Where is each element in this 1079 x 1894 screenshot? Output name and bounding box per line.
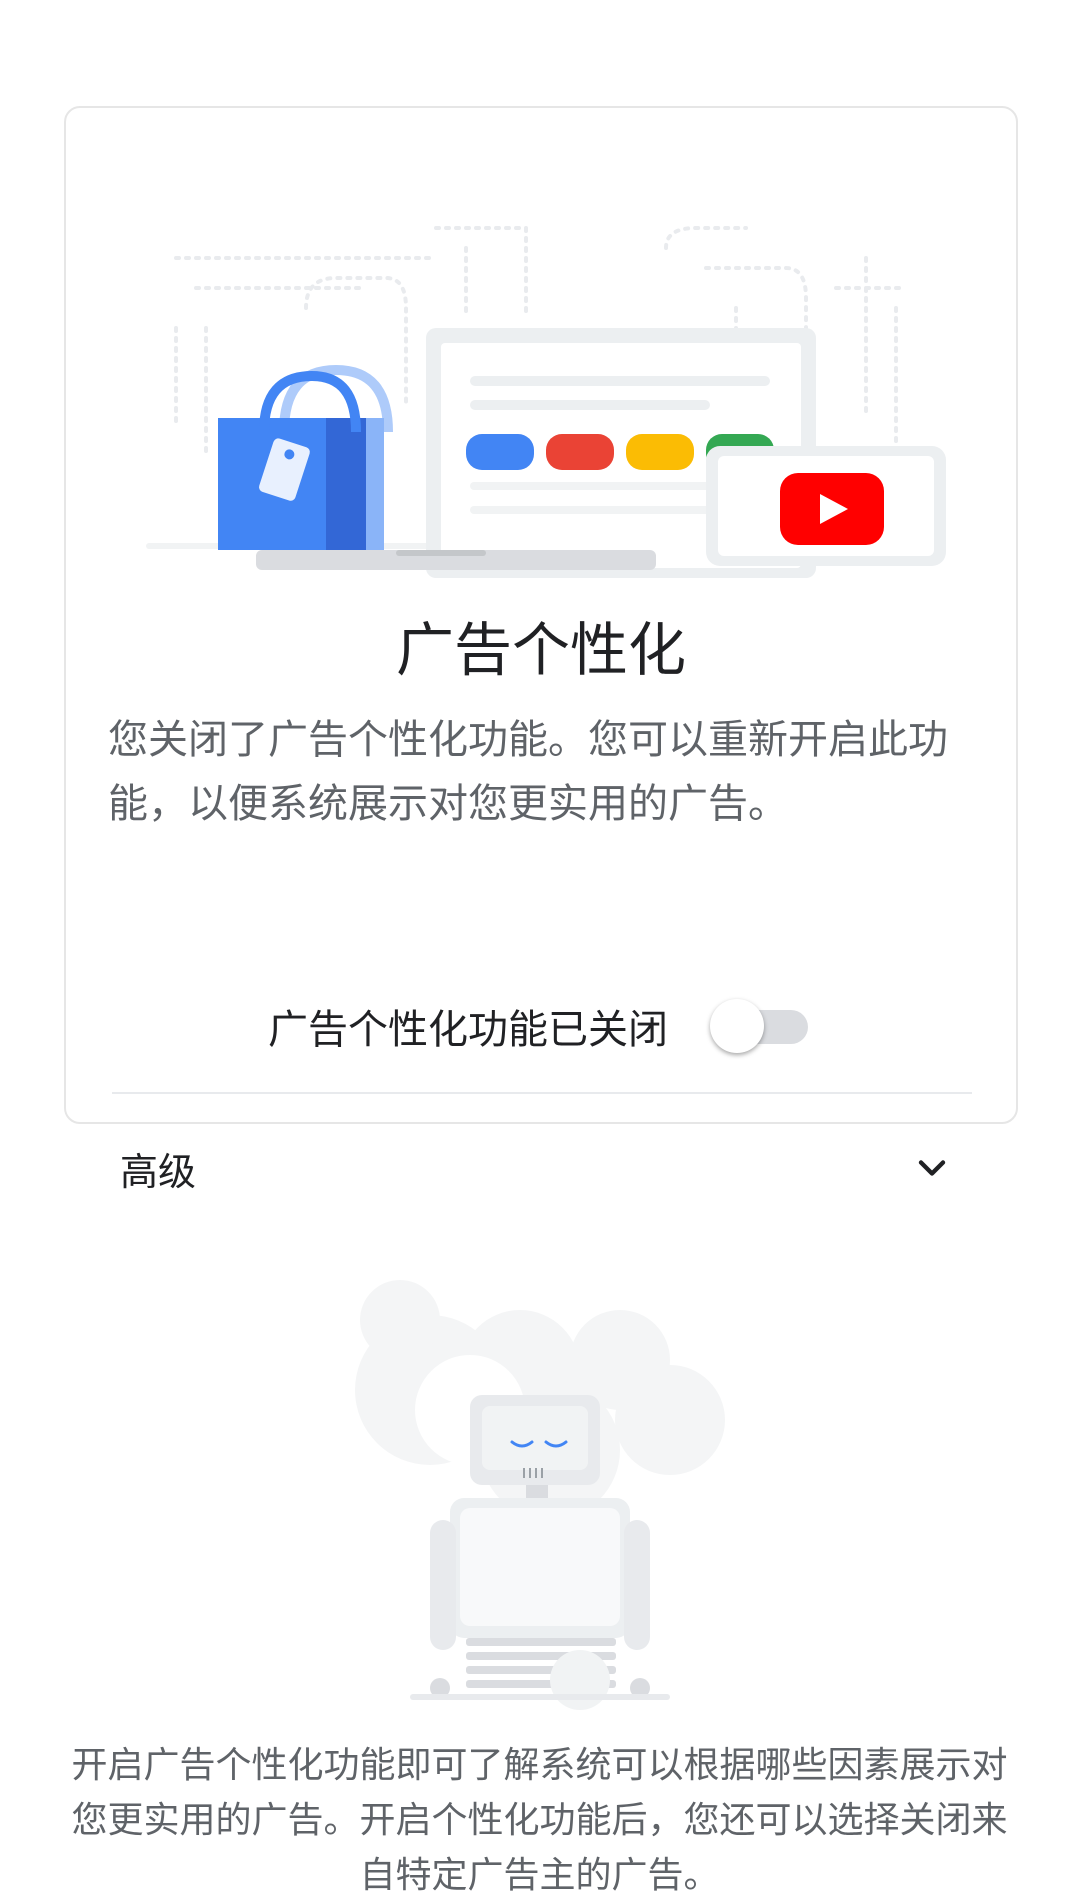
switch-thumb bbox=[710, 999, 764, 1053]
toggle-label: 广告个性化功能已关闭 bbox=[268, 1007, 668, 1053]
youtube-icon bbox=[706, 446, 946, 566]
divider bbox=[112, 1092, 972, 1094]
chevron-down-icon[interactable] bbox=[910, 1146, 954, 1190]
advanced-section-toggle[interactable]: 高级 bbox=[112, 1128, 972, 1208]
footer-info-text: 开启广告个性化功能即可了解系统可以根据哪些因素展示对您更实用的广告。开启个性化功… bbox=[71, 1745, 1008, 1894]
description-text: 您关闭了广告个性化功能。您可以重新开启此功能，以便系统展示对您更实用的广告。 bbox=[108, 717, 948, 827]
advanced-label: 高级 bbox=[120, 1149, 197, 1194]
ad-personalization-illustration bbox=[146, 226, 946, 578]
robot-illustration bbox=[355, 1280, 725, 1710]
ad-personalization-page: 广告个性化 您关闭了广告个性化功能。您可以重新开启此功能，以便系统展示对您更实用… bbox=[0, 0, 1079, 1894]
page-title: 广告个性化 bbox=[395, 616, 686, 684]
ad-personalization-card: 广告个性化 您关闭了广告个性化功能。您可以重新开启此功能，以便系统展示对您更实用… bbox=[64, 106, 1018, 1194]
shopping-bag-icon bbox=[218, 364, 393, 550]
personalization-toggle-switch[interactable] bbox=[710, 996, 814, 1056]
personalization-toggle-row[interactable]: 广告个性化功能已关闭 bbox=[66, 984, 1016, 1068]
